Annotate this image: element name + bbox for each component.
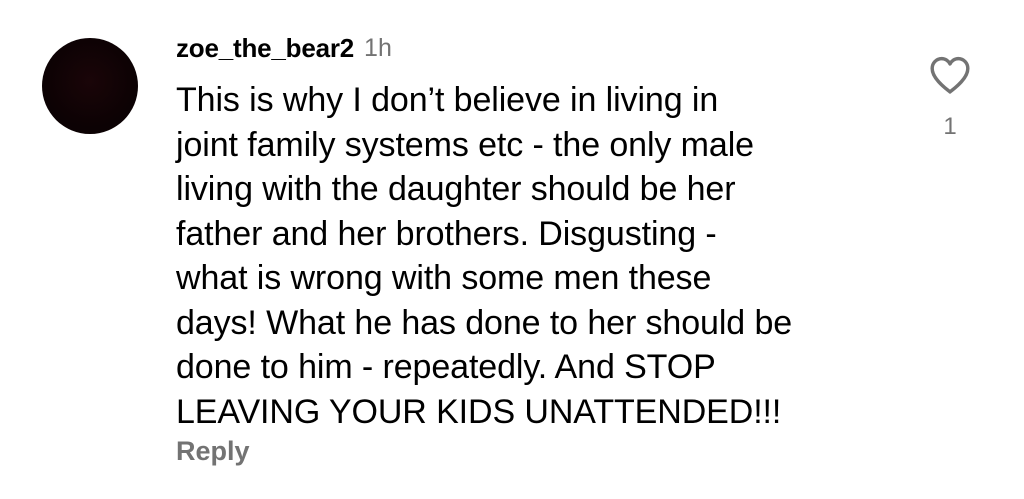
like-control: 1 [922, 55, 978, 141]
avatar[interactable] [42, 38, 138, 134]
like-count: 1 [943, 113, 957, 140]
username[interactable]: zoe_the_bear2 [176, 33, 354, 64]
comment: zoe_the_bear2 1h This is why I don’t bel… [0, 0, 1024, 499]
reply-button[interactable]: Reply [176, 436, 250, 467]
comment-text: This is why I don’t believe in living in… [176, 81, 793, 431]
comment-header: zoe_the_bear2 1h [176, 28, 392, 68]
heart-icon[interactable] [928, 55, 972, 95]
timestamp: 1h [364, 33, 392, 62]
